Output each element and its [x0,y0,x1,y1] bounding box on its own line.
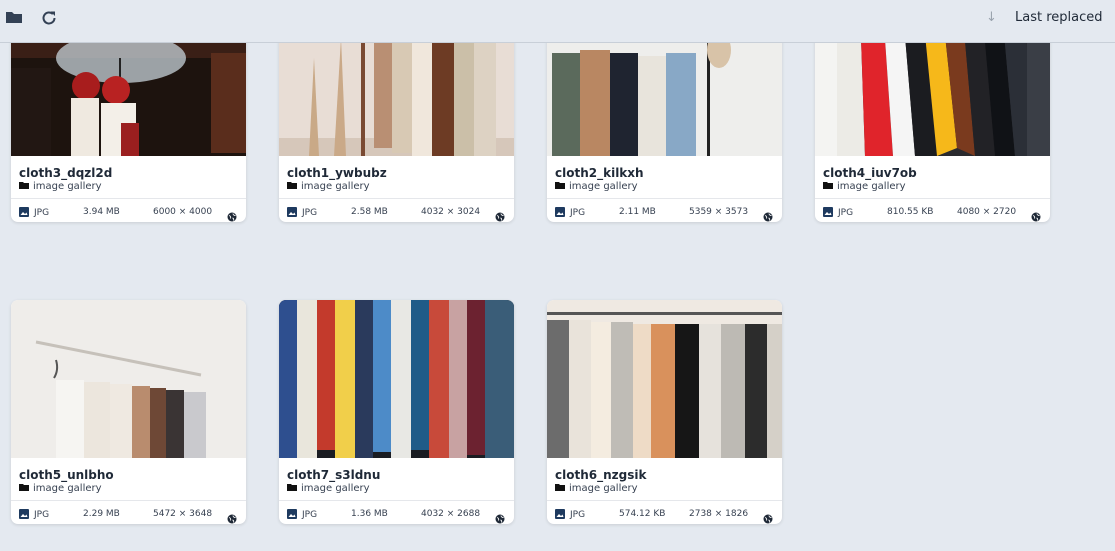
asset-size: 574.12 KB [619,509,666,519]
folder-label: image gallery [301,181,370,192]
asset-card[interactable]: cloth7_s3ldnu image gallery JPG 1.36 MB … [279,300,514,524]
asset-dimensions: 6000 × 4000 [153,207,213,217]
image-icon [287,509,297,522]
asset-type: JPG [19,207,49,220]
folder-icon [555,181,565,193]
asset-name[interactable]: cloth5_unlbho [19,468,114,482]
asset-type: JPG [19,509,49,522]
asset-size: 3.94 MB [83,207,120,217]
image-icon [19,207,29,220]
thumbnail-image [11,300,246,458]
folder-icon[interactable] [5,9,25,29]
asset-dimensions: 4032 × 2688 [421,509,481,519]
folder-label: image gallery [569,181,638,192]
sort-dropdown[interactable]: Last replaced [1015,10,1103,25]
globe-icon[interactable] [1031,207,1041,222]
folder-icon [287,483,297,495]
globe-icon[interactable] [495,207,505,222]
asset-card[interactable]: cloth5_unlbho image gallery JPG 2.29 MB … [11,300,246,524]
asset-size: 810.55 KB [887,207,934,217]
asset-folder: image gallery [555,483,638,495]
refresh-icon[interactable] [40,9,60,29]
asset-name[interactable]: cloth2_kilkxh [555,166,644,180]
globe-icon[interactable] [763,207,773,222]
asset-type: JPG [287,207,317,220]
divider [279,198,514,199]
asset-size: 2.58 MB [351,207,388,217]
thumbnail-image [547,300,782,458]
image-icon [823,207,833,220]
asset-type: JPG [287,509,317,522]
asset-name[interactable]: cloth7_s3ldnu [287,468,380,482]
asset-size: 2.11 MB [619,207,656,217]
folder-icon [19,483,29,495]
globe-icon[interactable] [763,509,773,524]
image-icon [287,207,297,220]
divider [11,198,246,199]
asset-dimensions: 5359 × 3573 [689,207,749,217]
asset-card[interactable]: cloth6_nzgsik image gallery JPG 574.12 K… [547,300,782,524]
divider [11,500,246,501]
image-icon [555,207,565,220]
folder-label: image gallery [33,181,102,192]
asset-name[interactable]: cloth3_dqzl2d [19,166,112,180]
folder-icon [555,483,565,495]
asset-folder: image gallery [19,181,102,193]
asset-folder: image gallery [823,181,906,193]
asset-folder: image gallery [287,181,370,193]
divider [547,500,782,501]
folder-icon [823,181,833,193]
image-icon [19,509,29,522]
asset-name[interactable]: cloth4_iuv7ob [823,166,917,180]
asset-dimensions: 4080 × 2720 [957,207,1017,217]
asset-type: JPG [555,509,585,522]
asset-dimensions: 4032 × 3024 [421,207,481,217]
divider [815,198,1050,199]
divider [547,198,782,199]
asset-type: JPG [555,207,585,220]
folder-label: image gallery [837,181,906,192]
asset-name[interactable]: cloth6_nzgsik [555,468,646,482]
thumbnail-image [279,300,514,458]
folder-icon [19,181,29,193]
folder-icon [287,181,297,193]
asset-folder: image gallery [19,483,102,495]
folder-label: image gallery [569,483,638,494]
image-icon [555,509,565,522]
asset-folder: image gallery [555,181,638,193]
asset-type: JPG [823,207,853,220]
folder-label: image gallery [301,483,370,494]
asset-size: 1.36 MB [351,509,388,519]
divider [279,500,514,501]
globe-icon[interactable] [227,207,237,222]
toolbar: ↓ Last replaced [0,0,1115,43]
folder-label: image gallery [33,483,102,494]
globe-icon[interactable] [495,509,505,524]
asset-dimensions: 2738 × 1826 [689,509,749,519]
asset-size: 2.29 MB [83,509,120,519]
asset-name[interactable]: cloth1_ywbubz [287,166,387,180]
asset-folder: image gallery [287,483,370,495]
globe-icon[interactable] [227,509,237,524]
asset-dimensions: 5472 × 3648 [153,509,213,519]
sort-arrow-icon[interactable]: ↓ [986,10,997,25]
